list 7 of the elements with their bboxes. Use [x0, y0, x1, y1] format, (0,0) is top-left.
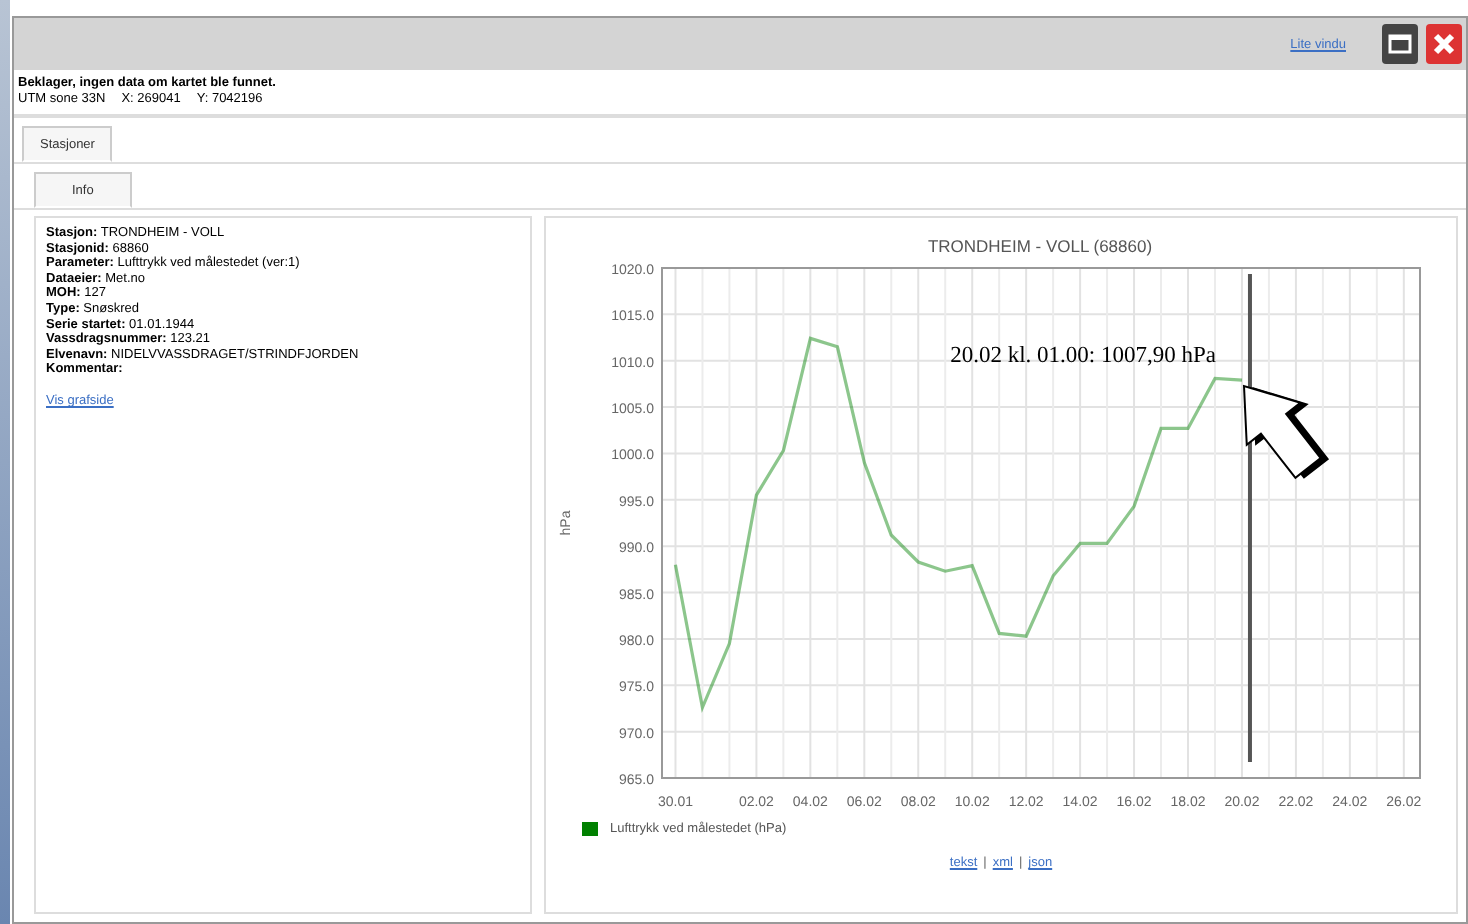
mouse-pointer-icon — [1242, 384, 1330, 480]
window-icon — [1388, 32, 1412, 56]
close-icon — [1432, 32, 1456, 56]
chart-title: TRONDHEIM - VOLL (68860) — [927, 236, 1153, 256]
tooltip-text: 20.02 kl. 01.00: 1007,90 hPa — [950, 344, 1216, 368]
close-button[interactable] — [1426, 24, 1462, 64]
restore-button[interactable] — [1382, 24, 1418, 64]
